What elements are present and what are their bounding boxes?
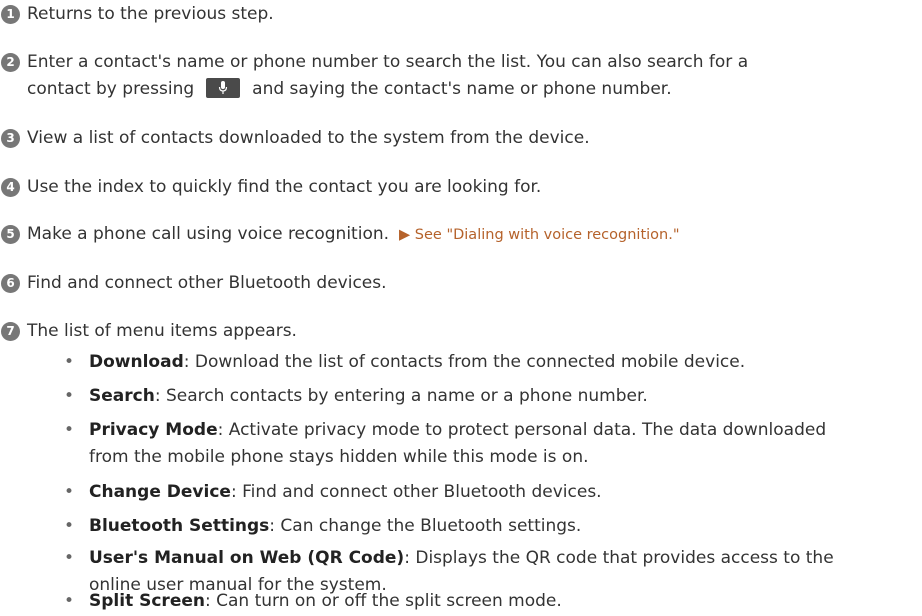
step-text-continued: contact by pressing and saying the contac… [27, 76, 672, 103]
menu-item-desc-continued: from the mobile phone stays hidden while… [89, 447, 589, 467]
bullet-dot: • [64, 591, 75, 611]
bullet-dot: • [64, 352, 75, 372]
document-page: 1 Returns to the previous step. 2 Enter … [0, 0, 922, 616]
bullet-dot: • [64, 482, 75, 502]
menu-item-desc: : Find and connect other Bluetooth devic… [230, 482, 602, 502]
menu-item-desc: : Search contacts by entering a name or … [154, 386, 648, 406]
menu-item-desc: : Activate privacy mode to protect perso… [217, 420, 827, 440]
step-number-badge: 4 [1, 178, 20, 197]
voice-search-button [206, 78, 241, 98]
menu-item-text: Change Device: Find and connect other Bl… [89, 479, 602, 506]
step-text: View a list of contacts downloaded to th… [27, 128, 590, 148]
menu-item-desc: : Can change the Bluetooth settings. [269, 516, 582, 536]
step-text: Enter a contact's name or phone number t… [27, 52, 749, 72]
menu-item-desc: : Can turn on or off the split screen mo… [204, 591, 562, 611]
step-text-before-icon: contact by pressing [27, 79, 195, 99]
bullet-dot: • [64, 548, 75, 568]
menu-item-text: Download: Download the list of contacts … [89, 349, 745, 376]
bullet-dot: • [64, 516, 75, 536]
menu-item-term: Split Screen [89, 591, 205, 611]
menu-item-term: Search [89, 386, 155, 406]
menu-item-desc: : Download the list of contacts from the… [183, 352, 746, 372]
step-text-main: Make a phone call using voice recognitio… [27, 224, 390, 244]
step-number-badge: 3 [1, 129, 20, 148]
step-number-badge: 5 [1, 225, 20, 244]
see-also-link[interactable]: ▶ See "Dialing with voice recognition." [399, 227, 679, 243]
menu-item-text: Search: Search contacts by entering a na… [89, 383, 648, 410]
microphone-icon [219, 81, 228, 94]
step-text: Returns to the previous step. [27, 4, 274, 24]
menu-item-term: Change Device [89, 482, 231, 502]
step-text: Make a phone call using voice recognitio… [27, 221, 680, 249]
step-text: The list of menu items appears. [27, 321, 297, 341]
step-text: Use the index to quickly find the contac… [27, 177, 542, 197]
step-text: Find and connect other Bluetooth devices… [27, 273, 387, 293]
menu-item-term: Download [89, 352, 184, 372]
step-number-badge: 6 [1, 274, 20, 293]
menu-item-text: User's Manual on Web (QR Code): Displays… [89, 545, 834, 572]
menu-item-text: Bluetooth Settings: Can change the Bluet… [89, 513, 581, 540]
menu-item-text: Split Screen: Can turn on or off the spl… [89, 588, 562, 615]
menu-item-term: User's Manual on Web (QR Code) [89, 548, 405, 568]
step-text-after-icon: and saying the contact's name or phone n… [252, 79, 672, 99]
menu-item-term: Bluetooth Settings [89, 516, 270, 536]
step-number-badge: 7 [1, 322, 20, 341]
bullet-dot: • [64, 420, 75, 440]
menu-item-text: Privacy Mode: Activate privacy mode to p… [89, 417, 826, 444]
bullet-dot: • [64, 386, 75, 406]
menu-item-term: Privacy Mode [89, 420, 218, 440]
step-number-badge: 2 [1, 53, 20, 72]
step-number-badge: 1 [1, 5, 20, 24]
menu-item-desc: : Displays the QR code that provides acc… [404, 548, 834, 568]
